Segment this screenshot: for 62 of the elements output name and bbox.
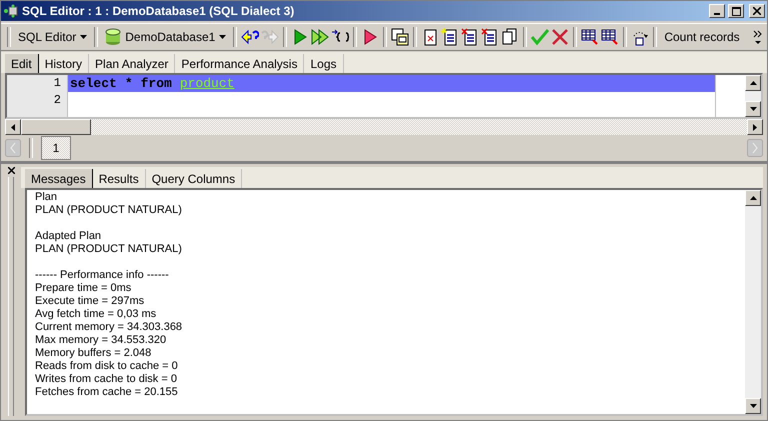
grid-export-icon[interactable] — [581, 28, 600, 46]
scroll-up-button[interactable] — [745, 190, 761, 206]
grid-export-icon[interactable] — [601, 28, 620, 46]
left-arrow-icon — [11, 124, 15, 130]
down-arrow-icon — [750, 107, 756, 111]
scroll-down-button[interactable] — [745, 398, 761, 414]
windows-icon[interactable] — [391, 28, 410, 46]
sql-keyword: select — [70, 75, 117, 92]
line-number: 1 — [52, 75, 62, 92]
message-line: Execute time = 297ms — [35, 295, 146, 308]
message-line: Prepare time = 0ms — [35, 282, 132, 295]
message-line: ------ Performance info ------ — [35, 269, 170, 282]
overflow-chevron-icon[interactable] — [753, 29, 763, 45]
help-arrow-icon[interactable] — [241, 28, 260, 46]
message-line: Memory buffers = 2.048 — [35, 347, 152, 360]
result-tab[interactable]: Messages — [25, 169, 93, 188]
database-icon — [105, 28, 122, 46]
page-icon[interactable] — [461, 28, 480, 46]
right-arrow-icon — [753, 124, 757, 130]
scroll-thumb[interactable] — [21, 119, 91, 135]
page-tab[interactable]: 1 — [41, 136, 71, 160]
close-icon[interactable] — [8, 167, 14, 174]
minimize-button[interactable] — [709, 4, 725, 18]
scroll-down-button[interactable] — [745, 101, 761, 117]
dropdown-caret-icon — [80, 35, 88, 39]
message-line: Adapted Plan — [35, 230, 102, 243]
close-button[interactable] — [749, 4, 765, 18]
message-line: PLAN (PRODUCT NATURAL) — [35, 243, 183, 256]
table-name: product — [180, 75, 234, 92]
scroll-right-button[interactable] — [747, 119, 763, 135]
check-icon[interactable] — [531, 28, 550, 46]
run-all-icon[interactable] — [311, 28, 330, 46]
maximize-button[interactable] — [728, 4, 744, 18]
database-dropdown[interactable]: DemoDatabase1 — [102, 26, 230, 48]
window-title: SQL Editor : 1 : DemoDatabase1 (SQL Dialect 3) — [22, 4, 296, 18]
message-line: Avg fetch time = 0,03 ms — [35, 308, 158, 321]
message-line: Reads from disk to cache = 0 — [35, 360, 179, 373]
message-line: Writes from cache to disk = 0 — [35, 373, 178, 386]
copy-pages-icon[interactable] — [501, 28, 520, 46]
up-arrow-icon — [750, 196, 756, 200]
editor-dropdown[interactable]: SQL Editor — [15, 26, 90, 48]
line-number: 2 — [52, 92, 62, 109]
dropdown-caret-icon — [219, 35, 226, 39]
sql-keyword: * — [124, 75, 133, 92]
sql-keyword: from — [140, 75, 172, 92]
count-records-button[interactable]: Count records — [661, 26, 751, 48]
message-line: Max memory = 34.553.320 — [35, 334, 168, 347]
page-icon[interactable] — [481, 28, 500, 46]
down-arrow-icon — [750, 404, 756, 408]
message-line: Plan — [35, 191, 58, 204]
close-icon — [753, 7, 761, 15]
up-arrow-icon — [750, 81, 756, 85]
message-line: Current memory = 34.303.368 — [35, 321, 184, 334]
page-icon[interactable] — [441, 28, 460, 46]
scroll-left-button[interactable] — [5, 119, 21, 135]
sql-editor[interactable]: 1 2 select * from product — [5, 73, 763, 119]
app-icon — [3, 4, 19, 18]
scroll-up-button[interactable] — [745, 75, 761, 91]
message-line: Fetches from cache = 20.155 — [35, 386, 179, 399]
maximize-icon — [732, 6, 740, 16]
message-line: PLAN (PRODUCT NATURAL) — [35, 204, 183, 217]
editor-tab[interactable]: Edit — [5, 54, 39, 73]
